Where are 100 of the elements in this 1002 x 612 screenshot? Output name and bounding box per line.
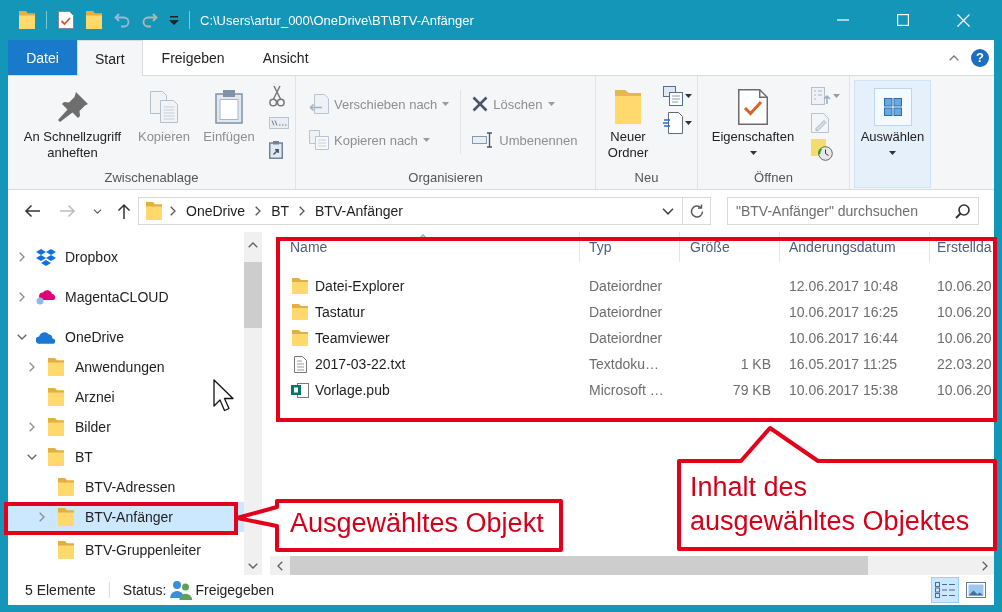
expander-icon[interactable] <box>29 422 35 432</box>
ribbon-tab[interactable]: Datei <box>8 40 77 75</box>
chevron-right-icon[interactable] <box>299 206 306 216</box>
ribbon-button[interactable]: Auswählen <box>854 80 931 188</box>
mouse-pointer-icon <box>213 379 234 412</box>
back-arrow-icon[interactable] <box>24 204 40 218</box>
breadcrumb-item[interactable]: BTV-Anfänger <box>313 203 405 219</box>
properties-icon[interactable] <box>58 11 74 29</box>
recent-locations-icon[interactable] <box>92 208 102 214</box>
file-name[interactable]: Teamviewer <box>315 330 390 346</box>
expander-icon[interactable] <box>29 362 35 372</box>
table-cell-text: 10.06.20 <box>936 278 993 294</box>
breadcrumb-item[interactable]: BT <box>269 203 292 219</box>
folder-icon <box>615 90 641 124</box>
folder-icon <box>292 304 308 320</box>
scroll-up-icon[interactable] <box>248 241 258 248</box>
table-cell-text: 10.06.20 <box>936 382 993 398</box>
refresh-button[interactable] <box>683 197 711 225</box>
ribbon-tab[interactable]: Freigeben <box>142 40 244 75</box>
expander-icon[interactable] <box>39 512 45 522</box>
caret-icon[interactable] <box>169 15 179 25</box>
close-icon[interactable] <box>956 13 970 27</box>
column-header[interactable]: Typ <box>580 232 680 262</box>
pin-icon <box>57 92 88 122</box>
expander-icon[interactable] <box>19 252 25 262</box>
document-icon <box>291 381 309 399</box>
folder-icon <box>58 508 74 526</box>
caret-icon[interactable] <box>889 151 896 155</box>
ribbon-tab[interactable]: Start <box>77 40 143 76</box>
expander-icon[interactable] <box>19 292 25 302</box>
collapse-ribbon-icon[interactable] <box>949 54 959 61</box>
chevron-right-icon[interactable] <box>170 206 176 216</box>
caret-icon[interactable] <box>685 120 692 125</box>
up-arrow-icon[interactable] <box>117 203 131 219</box>
scrollbar-track[interactable] <box>244 232 262 575</box>
dropdown-chevron-icon[interactable] <box>662 207 674 215</box>
new-folder-icon[interactable] <box>86 11 102 29</box>
scrollbar-thumb[interactable] <box>244 262 262 328</box>
paste-shortcut-icon[interactable] <box>269 140 283 159</box>
copy-path-icon[interactable] <box>269 116 289 129</box>
breadcrumb-item[interactable]: OneDrive <box>184 203 248 219</box>
folder-icon <box>48 358 64 376</box>
scroll-right-icon[interactable] <box>981 560 988 571</box>
diamonds-icon <box>36 248 56 266</box>
scroll-left-icon[interactable] <box>277 560 283 571</box>
address-field[interactable]: OneDrive BT BTV-Anfänger <box>138 197 683 225</box>
search-icon[interactable] <box>955 203 970 219</box>
column-header[interactable]: Größe <box>680 232 780 262</box>
scissors-icon[interactable] <box>269 84 285 107</box>
file-name[interactable]: Vorlage.pub <box>315 382 390 398</box>
thumbnail-view-icon <box>966 582 986 598</box>
file-name[interactable]: 2017-03-22.txt <box>315 356 406 372</box>
caret-icon[interactable] <box>685 93 692 98</box>
group-label: Öffnen <box>754 169 793 187</box>
table-cell-text: Microsoft … <box>588 382 665 398</box>
new-item-icon[interactable] <box>663 85 683 106</box>
table-cell-text: 10.06.2017 16:25 <box>788 304 899 320</box>
scrollbar-track[interactable] <box>270 556 994 575</box>
tree-item[interactable]: BTV-Adressen <box>8 472 244 502</box>
tree-item[interactable]: Arznei <box>8 382 244 412</box>
ribbon-tab[interactable]: Ansicht <box>243 40 328 75</box>
scroll-down-icon[interactable] <box>248 562 258 569</box>
copy-icon <box>150 91 178 123</box>
tree-item[interactable]: BT <box>8 442 244 472</box>
ribbon-button[interactable]: An Schnellzugriff anheften <box>15 80 130 168</box>
column-header[interactable]: Erstellda <box>930 232 994 262</box>
folder-icon[interactable] <box>19 11 35 29</box>
item-count: 5 Elemente <box>25 582 96 598</box>
file-name[interactable]: Tastatur <box>315 304 365 320</box>
tree-item[interactable]: Anwendungen <box>8 352 244 382</box>
tree-item[interactable]: Dropbox <box>8 242 244 272</box>
table-cell-text: 22.03.20 <box>936 356 993 372</box>
group-label: Zwischenablage <box>104 169 199 187</box>
scrollbar-thumb[interactable] <box>290 556 868 575</box>
tree-item[interactable]: BTV-Gruppenleiter <box>8 535 244 565</box>
chevron-right-icon[interactable] <box>255 206 262 216</box>
details-view-icon <box>935 582 955 598</box>
column-header[interactable]: Anderungsdatum <box>780 232 930 262</box>
search-field[interactable]: "BTV-Anfänger" durchsuchen <box>727 197 979 225</box>
easy-access-icon[interactable] <box>663 111 683 134</box>
history-icon[interactable] <box>811 138 833 161</box>
caret-icon[interactable] <box>749 151 757 155</box>
select-grid-icon <box>873 88 912 126</box>
group-label: Neu <box>634 169 659 187</box>
expander-icon[interactable] <box>17 334 27 340</box>
status-value: Freigegeben <box>195 582 275 598</box>
ribbon-button[interactable]: Neuer Ordner <box>600 80 656 168</box>
cloud-icon <box>36 289 56 305</box>
tree-item[interactable]: OneDrive <box>8 322 244 352</box>
ribbon-button[interactable]: Eigenschaften <box>704 80 802 168</box>
folder-icon <box>146 202 162 220</box>
maximize-icon[interactable] <box>897 14 909 26</box>
help-button[interactable]: ? <box>971 48 989 67</box>
expander-icon[interactable] <box>27 454 37 460</box>
refresh-icon <box>689 204 704 218</box>
tree-item[interactable]: Bilder <box>8 412 244 442</box>
tree-item[interactable]: MagentaCLOUD <box>8 282 244 312</box>
view-button[interactable] <box>931 577 959 603</box>
file-name[interactable]: Datei-Explorer <box>315 278 405 294</box>
column-header[interactable]: Name <box>266 232 580 262</box>
